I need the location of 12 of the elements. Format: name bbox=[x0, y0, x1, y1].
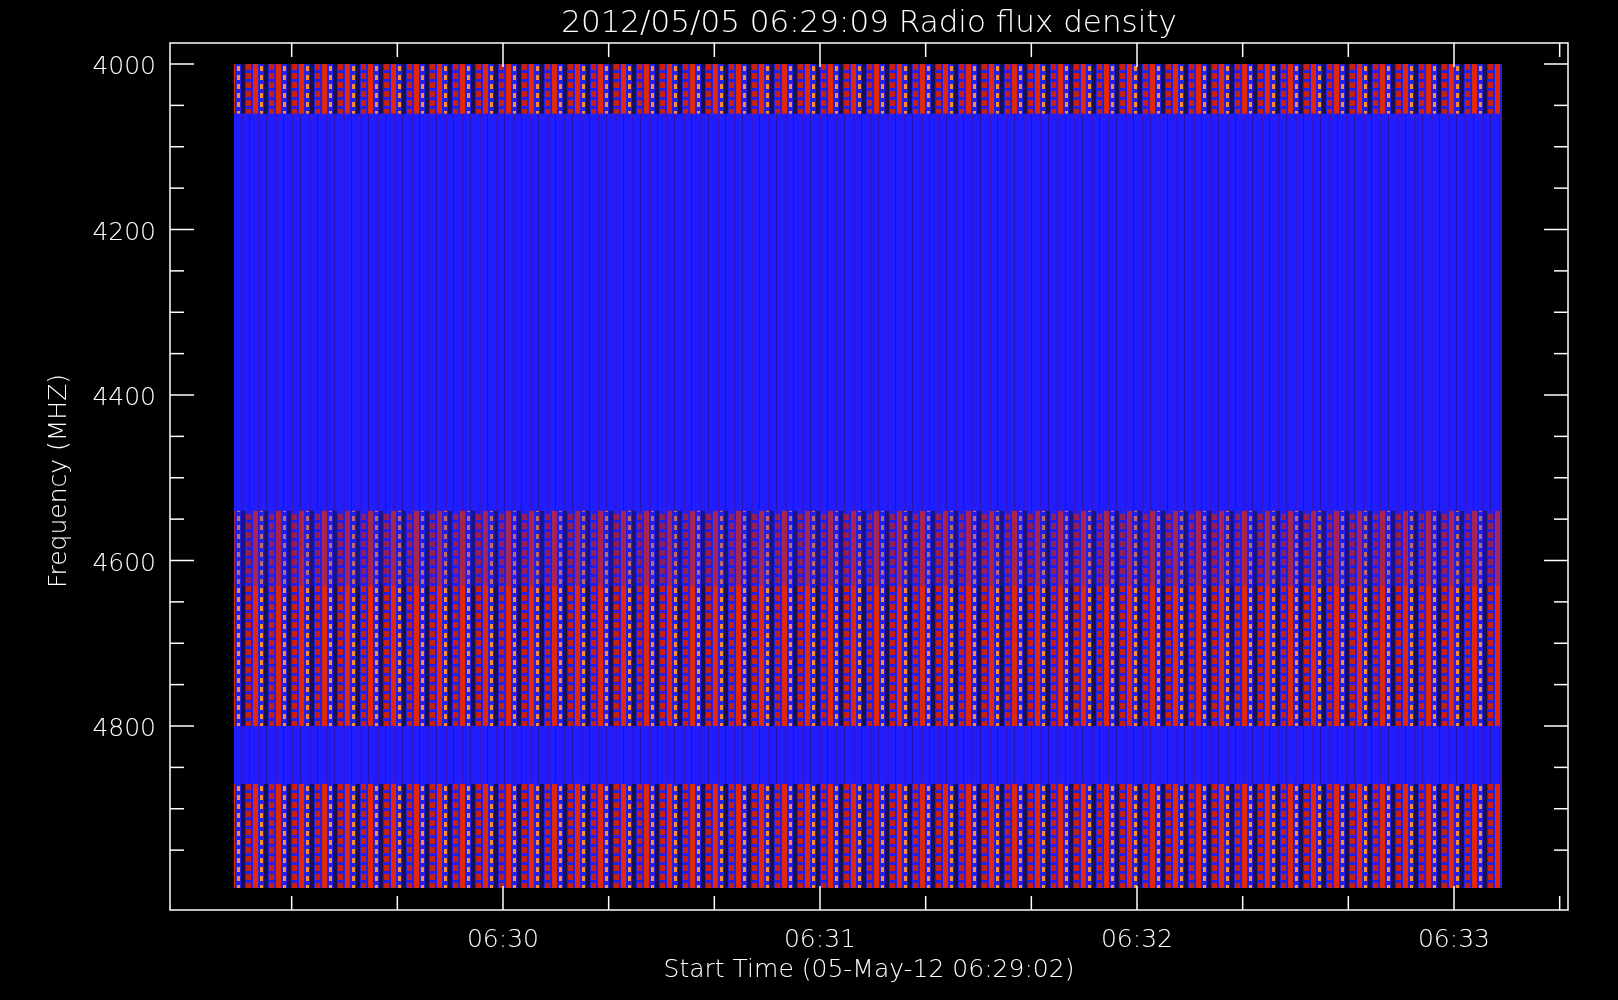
x-tick-label: 06:31 bbox=[784, 924, 856, 953]
x-axis-label: Start Time (05-May-12 06:29:02) bbox=[663, 954, 1075, 983]
chart-title: 2012/05/05 06:29:09 Radio flux density bbox=[561, 3, 1177, 39]
y-axis-label: Frequency (MHZ) bbox=[43, 373, 72, 589]
y-tick-label: 4400 bbox=[92, 382, 156, 411]
x-tick-label: 06:32 bbox=[1101, 924, 1173, 953]
y-tick-label: 4000 bbox=[92, 51, 156, 80]
x-tick-label: 06:33 bbox=[1418, 924, 1490, 953]
x-tick-label: 06:30 bbox=[467, 924, 539, 953]
y-tick-label: 4600 bbox=[92, 547, 156, 577]
y-tick-label: 4200 bbox=[92, 216, 156, 246]
y-tick-label: 4800 bbox=[92, 713, 156, 742]
